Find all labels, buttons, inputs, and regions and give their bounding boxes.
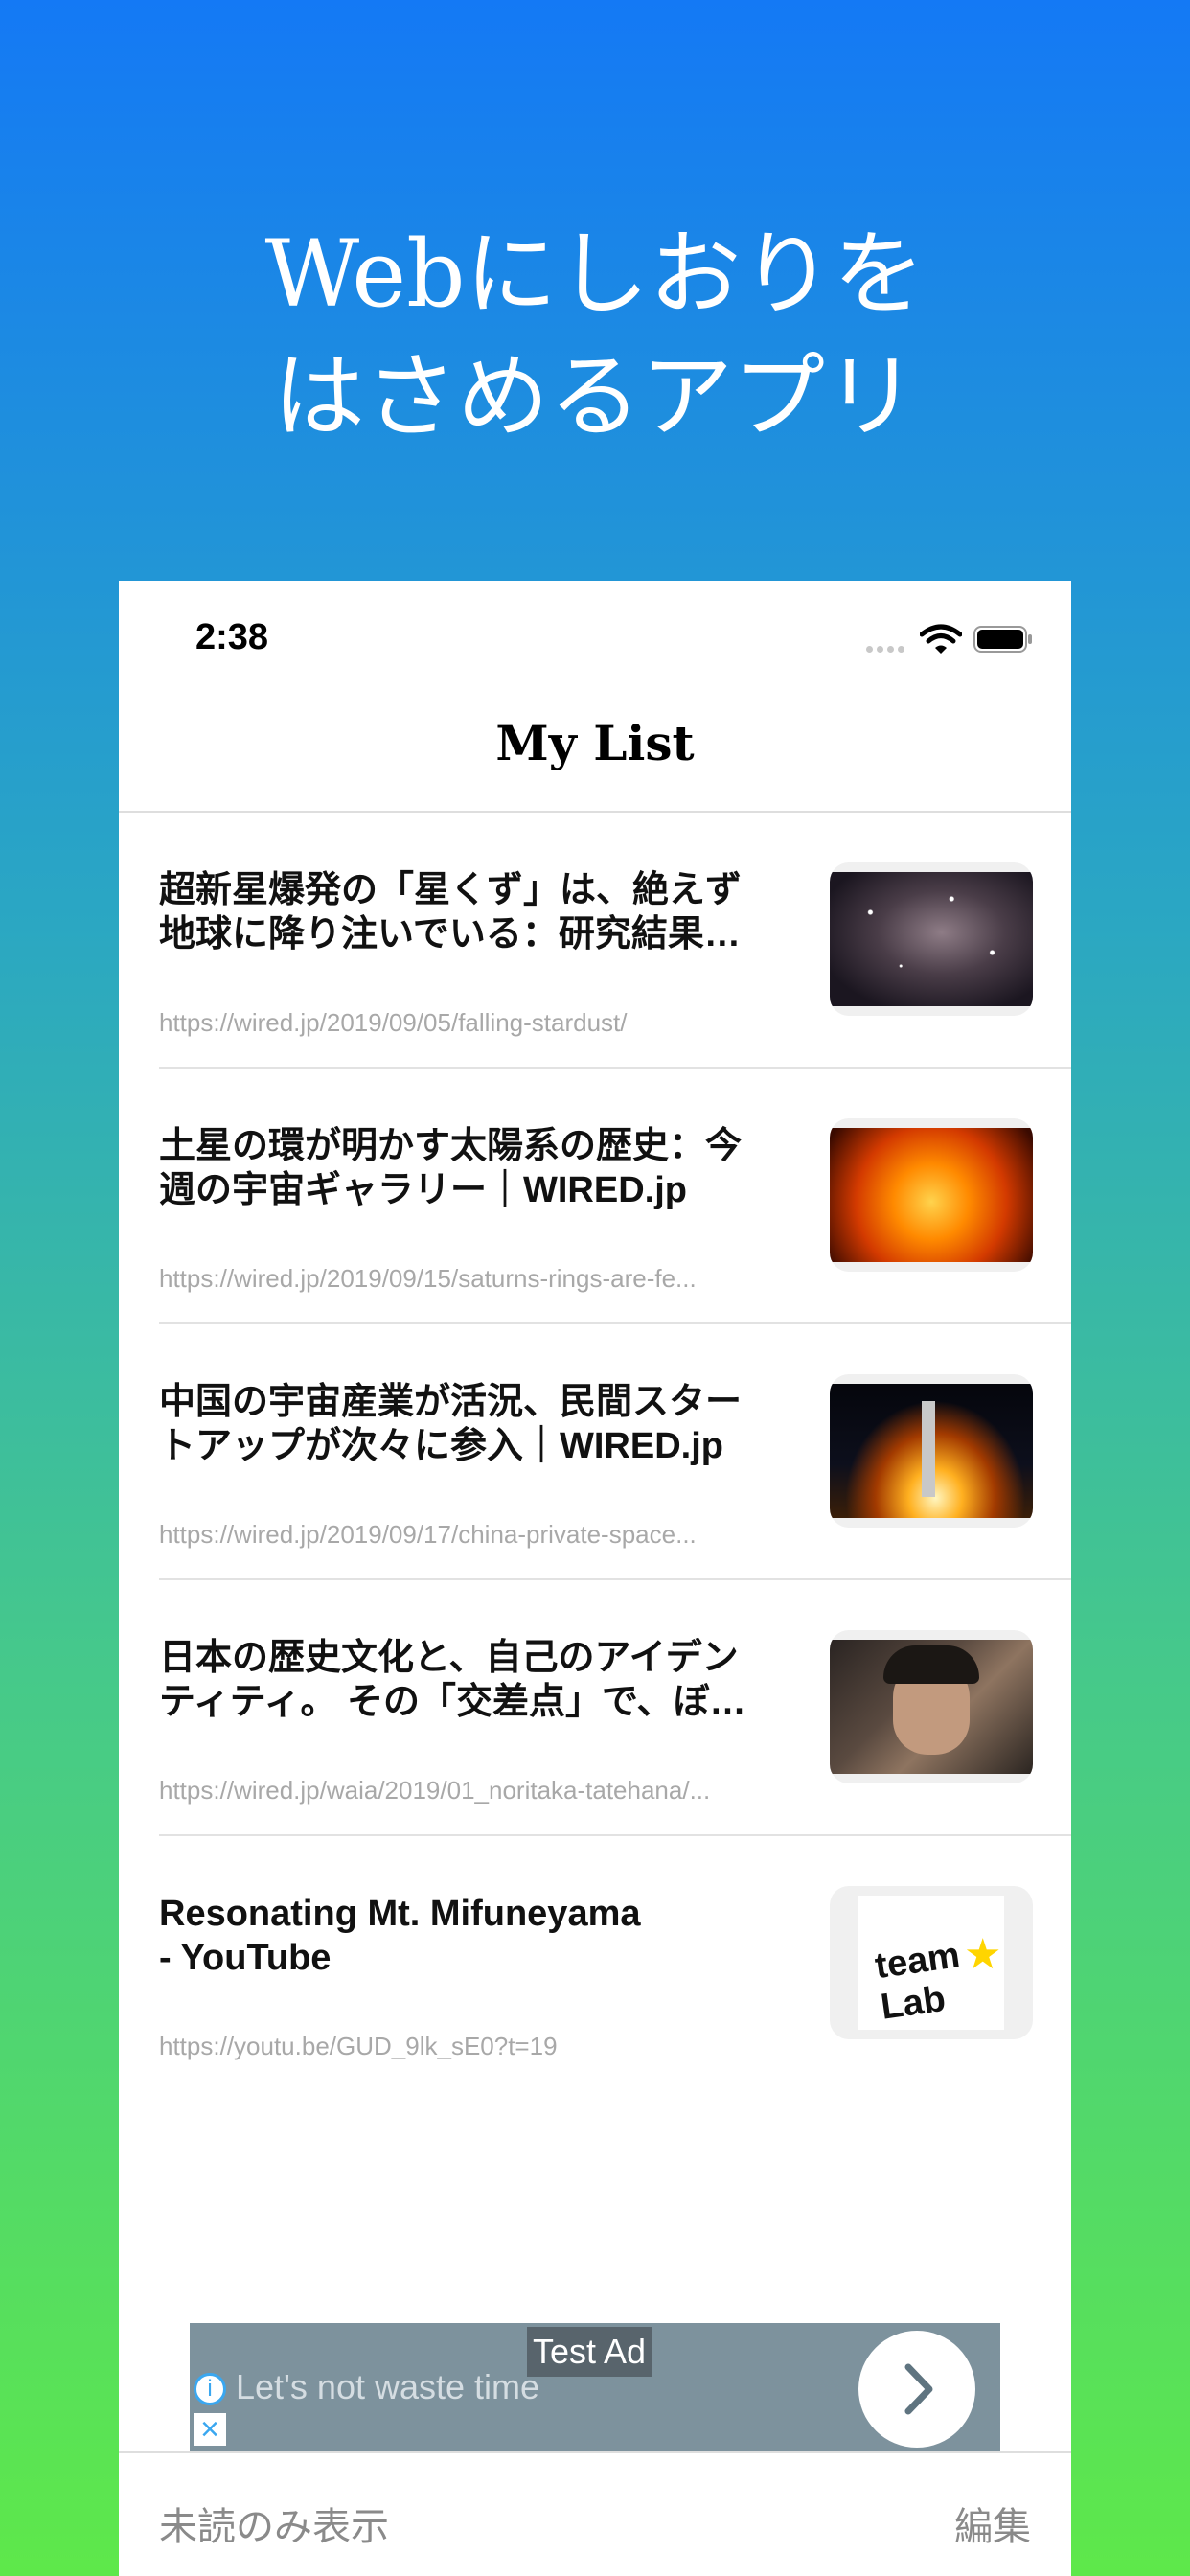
item-url: https://wired.jp/2019/09/15/saturns-ring… — [159, 1264, 697, 1293]
info-icon[interactable]: i — [194, 2373, 226, 2405]
item-title: 日本の歴史文化と、自己のアイデン ティティ。 その「交差点」で、ぼ… — [159, 1638, 746, 1722]
status-time: 2:38 — [195, 617, 269, 657]
item-thumbnail: team Lab ★ — [830, 1886, 1033, 2039]
list-item[interactable]: 中国の宇宙産業が活況、民間スター トアップが次々に参入｜WIRED.jp htt… — [119, 1324, 1071, 1580]
sun-image — [830, 1128, 1033, 1262]
page-title: My List — [495, 715, 695, 771]
item-title: 超新星爆発の「星くず」は、絶えず 地球に降り注いでいる：研究結果… — [159, 870, 743, 954]
status-bar: 2:38 — [119, 581, 1071, 686]
item-thumbnail — [830, 1630, 1033, 1783]
promo-headline: Webにしおりを はさめるアプリ — [0, 213, 1190, 458]
item-url: https://youtu.be/GUD_9lk_sE0?t=19 — [159, 2032, 558, 2060]
list-item[interactable]: Resonating Mt. Mifuneyama - YouTube http… — [119, 1836, 1071, 2092]
navigation-bar: My List — [119, 686, 1071, 813]
stars-image — [830, 872, 1033, 1006]
unread-only-button[interactable]: 未読のみ表示 — [159, 2496, 389, 2551]
teamlab-logo: team Lab ★ — [858, 1896, 1004, 2030]
list-item[interactable]: 土星の環が明かす太陽系の歴史：今 週の宇宙ギャラリー｜WIRED.jp http… — [119, 1069, 1071, 1324]
star-icon: ★ — [964, 1931, 1002, 1978]
item-title: 土星の環が明かす太陽系の歴史：今 週の宇宙ギャラリー｜WIRED.jp — [159, 1126, 743, 1210]
wifi-icon — [920, 624, 962, 654]
list-item[interactable]: 日本の歴史文化と、自己のアイデン ティティ。 その「交差点」で、ぼ… https… — [119, 1580, 1071, 1836]
item-thumbnail — [830, 1374, 1033, 1528]
item-url: https://wired.jp/2019/09/05/falling-star… — [159, 1008, 628, 1037]
item-title: Resonating Mt. Mifuneyama - YouTube — [159, 1894, 641, 1978]
item-thumbnail — [830, 1118, 1033, 1272]
bookmark-list: 超新星爆発の「星くず」は、絶えず 地球に降り注いでいる：研究結果… https:… — [119, 813, 1071, 2092]
phone-screen: 2:38 My List 超新星爆発の「星くず」は、絶えず 地球に降り注いでいる… — [119, 581, 1071, 2576]
battery-icon — [973, 626, 1032, 653]
chevron-right-icon — [904, 2363, 933, 2415]
list-item[interactable]: 超新星爆発の「星くず」は、絶えず 地球に降り注いでいる：研究結果… https:… — [119, 813, 1071, 1069]
item-title: 中国の宇宙産業が活況、民間スター トアップが次々に参入｜WIRED.jp — [159, 1382, 743, 1466]
ad-banner[interactable]: Test Ad Let's not waste time i × — [190, 2323, 1000, 2451]
headline-line-1: Webにしおりを — [264, 220, 926, 328]
item-url: https://wired.jp/waia/2019/01_noritaka-t… — [159, 1776, 711, 1805]
bottom-toolbar: 未読のみ表示 編集 — [119, 2451, 1071, 2576]
cellular-signal-icon — [866, 640, 910, 653]
item-url: https://wired.jp/2019/09/17/china-privat… — [159, 1520, 697, 1549]
portrait-image — [830, 1640, 1033, 1774]
ad-arrow-button[interactable] — [858, 2331, 975, 2448]
ad-text: Let's not waste time — [236, 2367, 540, 2406]
rocket-launch-image — [830, 1384, 1033, 1518]
test-ad-label: Test Ad — [527, 2327, 652, 2377]
edit-button[interactable]: 編集 — [954, 2496, 1031, 2551]
headline-line-2: はさめるアプリ — [273, 343, 917, 450]
item-thumbnail — [830, 862, 1033, 1016]
close-icon[interactable]: × — [194, 2413, 226, 2446]
